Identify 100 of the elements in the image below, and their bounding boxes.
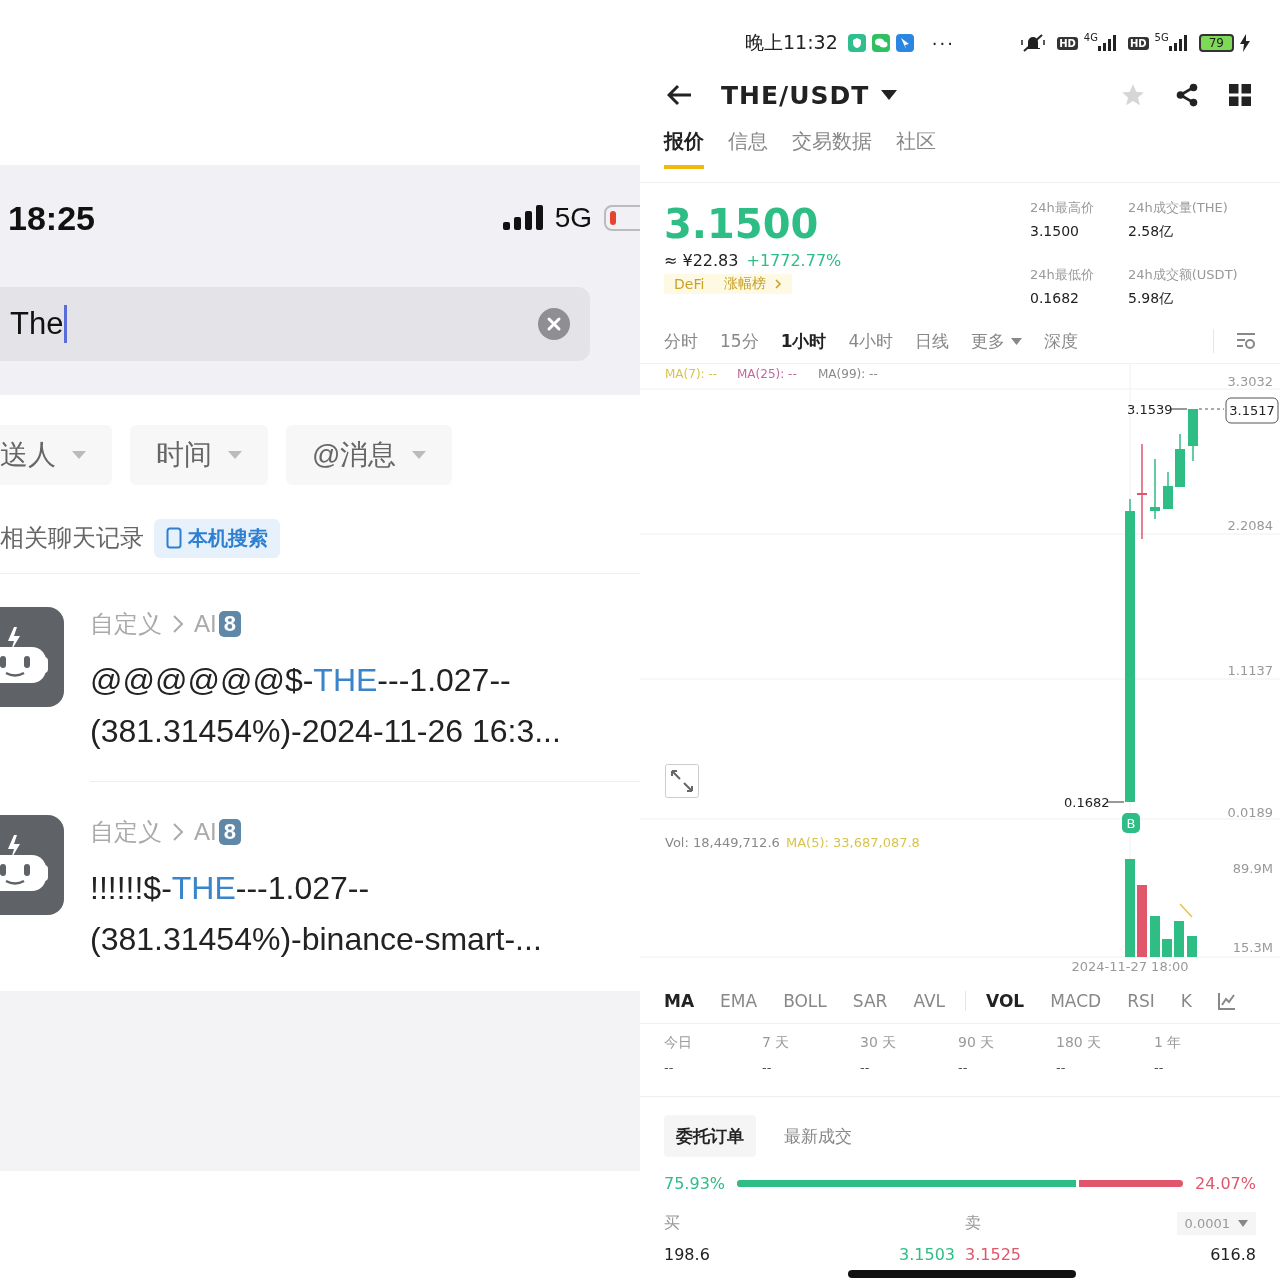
chevron-icon <box>774 279 783 289</box>
bid-price: 3.1503 <box>899 1245 955 1264</box>
column-header: 买 <box>664 1212 680 1234</box>
stat-label: 24h成交额(USDT) <box>1128 266 1239 284</box>
bid-quantity: 198.6 <box>664 1245 710 1264</box>
clear-icon[interactable] <box>538 308 570 340</box>
axis-label: 2.2084 <box>1227 518 1273 533</box>
filter-dropdown[interactable]: 时间 <box>130 425 268 485</box>
period-label: 今日 <box>664 1034 693 1052</box>
stat-label: 24h最高价 <box>1030 199 1095 217</box>
chevron-icon <box>172 614 184 634</box>
filter-dropdown[interactable]: 送人 <box>0 425 112 485</box>
period-value: -- <box>958 1060 969 1075</box>
column-header: 卖 <box>965 1212 981 1234</box>
candlestick <box>1175 433 1185 488</box>
back-arrow-icon[interactable] <box>667 84 693 106</box>
hd-badge: HD <box>1127 36 1149 50</box>
interval-tab[interactable]: 4小时 <box>848 329 894 353</box>
interval-tab[interactable]: 分时 <box>664 329 698 353</box>
tab[interactable]: 信息 <box>728 126 768 169</box>
search-field[interactable]: The <box>0 287 590 361</box>
number-badge: 8 <box>218 819 241 845</box>
number-badge: 8 <box>218 611 241 637</box>
candlestick <box>1163 471 1173 510</box>
chat-name: AI <box>194 818 217 846</box>
tab[interactable]: 报价 <box>664 126 704 169</box>
interval-tab[interactable]: 15分 <box>720 329 759 353</box>
ranking-tag[interactable]: 涨幅榜 <box>714 274 793 294</box>
indicator-tab[interactable]: K <box>1180 991 1192 1011</box>
battery-icon <box>604 205 640 231</box>
indicator-tab[interactable]: VOL <box>986 991 1025 1011</box>
volume-bar <box>1187 936 1197 957</box>
caret-icon <box>228 451 242 459</box>
interval-tab[interactable]: 深度 <box>1044 329 1079 353</box>
indicator-tab[interactable]: RSI <box>1127 991 1155 1011</box>
sell-ratio: 24.07% <box>1195 1173 1256 1193</box>
network-label: 4G <box>1083 32 1098 43</box>
ma-legend: MA(25): -- <box>737 367 797 381</box>
precision-dropdown[interactable]: 0.0001 <box>1176 1211 1256 1235</box>
more-indicator: ··· <box>931 32 955 54</box>
indicator-tab[interactable]: EMA <box>720 991 758 1011</box>
indicator-tab[interactable]: SAR <box>852 991 888 1011</box>
ma-legend: MA(7): -- <box>665 367 718 381</box>
fullscreen-button[interactable] <box>665 764 699 798</box>
period-label: 90 天 <box>958 1034 996 1052</box>
phone-icon <box>166 527 182 549</box>
interval-tab[interactable]: 日线 <box>915 329 950 353</box>
local-search-button[interactable]: 本机搜索 <box>154 518 280 558</box>
current-price-tag: 3.1517 <box>1225 397 1279 424</box>
order-tab[interactable]: 最新成交 <box>772 1115 864 1157</box>
indicator-tab[interactable]: BOLL <box>783 991 827 1011</box>
bird-app-icon <box>895 34 914 52</box>
status-time: 晚上11:32 <box>745 30 838 55</box>
chat-app-icon <box>871 34 890 52</box>
more-dropdown[interactable]: 更多 <box>971 329 1023 353</box>
share-icon[interactable] <box>1174 82 1200 108</box>
interval-tab[interactable]: 1小时 <box>780 329 827 353</box>
volume-bar <box>1137 885 1147 957</box>
dropdown-caret-icon[interactable] <box>881 90 898 100</box>
indicator-tab[interactable]: MA <box>664 991 695 1011</box>
signal-icon <box>1168 35 1187 51</box>
period-value: -- <box>1154 1060 1165 1075</box>
hd-badge: HD <box>1057 36 1078 50</box>
stat-value: 5.98亿 <box>1128 290 1175 308</box>
order-tab[interactable]: 委托订单 <box>664 1115 756 1157</box>
chart-settings-icon[interactable] <box>1236 332 1256 350</box>
charging-icon <box>1240 34 1250 52</box>
price-change: +1772.77% <box>746 251 842 270</box>
leader-line <box>1106 801 1125 803</box>
filter-dropdown[interactable]: @消息 <box>286 425 453 485</box>
line-chart-icon[interactable] <box>1217 992 1236 1010</box>
candlestick <box>1188 408 1198 462</box>
chat-path: 自定义 <box>90 817 162 847</box>
volume-label: Vol: 18,449,712.6 <box>665 835 780 850</box>
stat-value: 0.1682 <box>1030 290 1080 306</box>
period-label: 1 年 <box>1154 1034 1183 1052</box>
results-note: 相关聊天记录 <box>0 523 144 553</box>
caret-icon <box>1238 1219 1248 1227</box>
tab[interactable]: 交易数据 <box>792 126 872 169</box>
fiat-price: ≈ ¥22.83 <box>664 251 739 270</box>
ask-price: 3.1525 <box>965 1245 1021 1264</box>
star-icon[interactable] <box>1120 82 1146 108</box>
leader-line <box>1169 408 1188 410</box>
category-tag[interactable]: DeFi <box>664 274 715 294</box>
period-value: -- <box>664 1060 675 1075</box>
pair-title[interactable]: THE/USDT <box>721 80 870 110</box>
stat-value: 3.1500 <box>1030 223 1080 239</box>
muted-bell-icon <box>1021 33 1046 53</box>
signal-icon <box>502 205 543 231</box>
axis-label: 89.9M <box>1232 861 1273 876</box>
indicator-tab[interactable]: AVL <box>913 991 946 1011</box>
low-price-label: 0.1682 <box>1064 795 1110 810</box>
candlestick <box>1150 458 1160 520</box>
indicator-tab[interactable]: MACD <box>1050 991 1102 1011</box>
chat-name: AI <box>194 610 217 638</box>
status-time: 18:25 <box>8 198 95 238</box>
tab[interactable]: 社区 <box>896 126 936 169</box>
grid-icon[interactable] <box>1228 83 1252 107</box>
axis-label: 3.3032 <box>1227 374 1273 389</box>
caret-icon <box>1011 337 1023 345</box>
